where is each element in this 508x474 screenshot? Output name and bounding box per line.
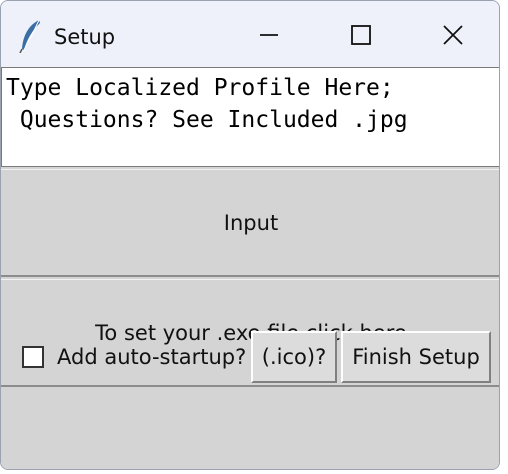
profile-text-input[interactable]: Type Localized Profile Here; Questions? … xyxy=(1,67,499,167)
close-icon xyxy=(443,25,463,45)
finish-setup-button[interactable]: Finish Setup xyxy=(341,331,491,383)
auto-startup-checkbox[interactable] xyxy=(22,346,44,368)
feather-icon xyxy=(19,19,43,54)
title-bar[interactable]: Setup xyxy=(1,1,499,67)
close-button[interactable] xyxy=(431,15,475,55)
bottom-bar xyxy=(1,387,499,469)
minimize-icon xyxy=(260,34,278,36)
auto-startup-label[interactable]: Add auto-startup? xyxy=(57,341,246,373)
maximize-button[interactable] xyxy=(339,15,383,55)
finish-setup-button-label: Finish Setup xyxy=(352,345,480,369)
ico-button[interactable]: (.ico)? xyxy=(251,331,337,383)
input-button[interactable]: Input xyxy=(1,169,499,277)
maximize-icon xyxy=(351,25,371,45)
setup-window: Setup Type Localized Profile Here; Quest… xyxy=(0,0,500,470)
minimize-button[interactable] xyxy=(247,15,291,55)
client-area: Type Localized Profile Here; Questions? … xyxy=(1,67,499,469)
ico-button-label: (.ico)? xyxy=(261,345,327,369)
input-button-label: Input xyxy=(223,210,279,235)
window-title: Setup xyxy=(54,25,116,49)
